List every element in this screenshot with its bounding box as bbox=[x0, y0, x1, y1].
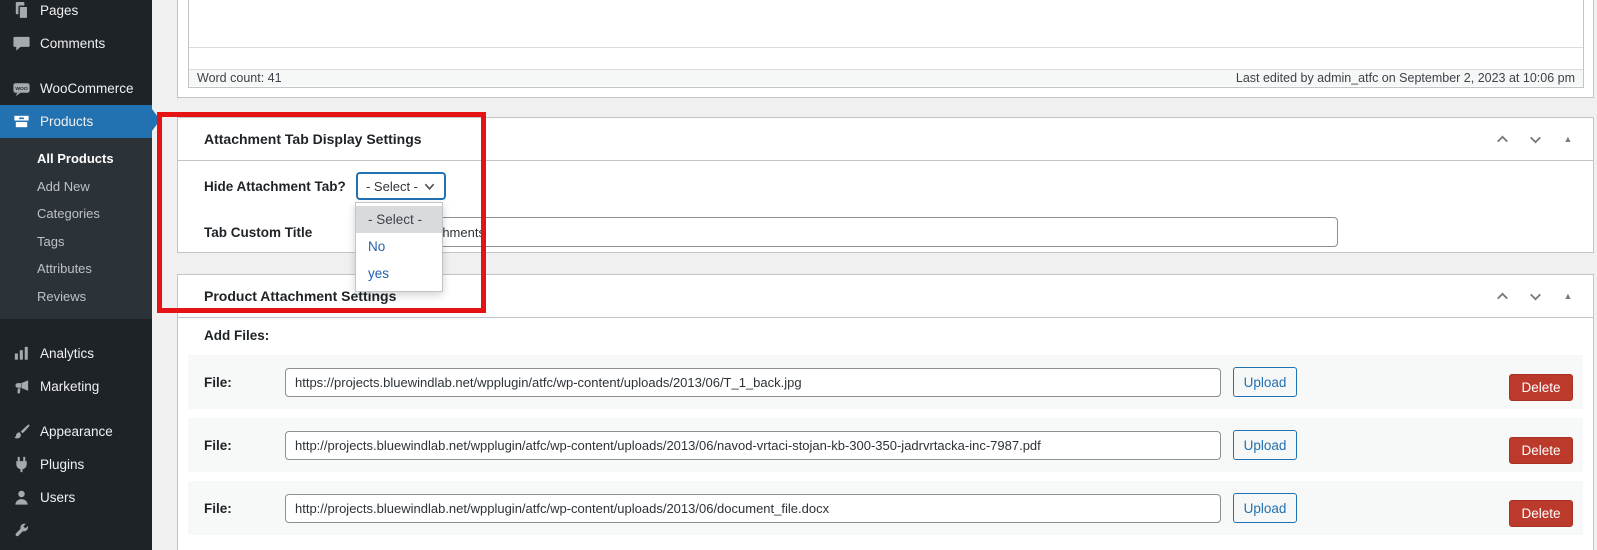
analytics-icon bbox=[11, 344, 31, 364]
move-up-button[interactable] bbox=[1491, 285, 1513, 307]
sidebar-item-analytics[interactable]: Analytics bbox=[0, 337, 152, 370]
products-icon bbox=[11, 112, 31, 132]
sidebar-item-all-products[interactable]: All Products bbox=[0, 145, 152, 173]
file-url-input[interactable] bbox=[285, 431, 1221, 460]
file-row: File: Upload Delete bbox=[188, 355, 1583, 409]
tools-icon bbox=[11, 521, 31, 541]
editor-text-area[interactable] bbox=[189, 0, 1583, 48]
woocommerce-icon: WOO bbox=[11, 79, 31, 99]
sidebar-item-categories[interactable]: Categories bbox=[0, 200, 152, 228]
hide-tab-dropdown: - Select - No yes bbox=[355, 202, 443, 292]
sidebar-item-label: Appearance bbox=[40, 424, 113, 439]
sidebar-item-appearance[interactable]: Appearance bbox=[0, 415, 152, 448]
sidebar-separator bbox=[0, 60, 152, 72]
toggle-panel-button[interactable]: ▲ bbox=[1557, 128, 1579, 150]
word-count: Word count: 41 bbox=[197, 71, 282, 85]
delete-button[interactable]: Delete bbox=[1509, 500, 1573, 527]
file-label: File: bbox=[204, 501, 285, 516]
panel-actions: ▲ bbox=[1491, 285, 1579, 307]
panel-header: Attachment Tab Display Settings ▲ bbox=[178, 118, 1593, 161]
comments-icon bbox=[11, 34, 31, 54]
file-url-input[interactable] bbox=[285, 368, 1221, 397]
tab-custom-title-input[interactable] bbox=[356, 217, 1338, 247]
editor-status-bar: Word count: 41 Last edited by admin_atfc… bbox=[189, 69, 1583, 86]
dropdown-option-no[interactable]: No bbox=[356, 233, 442, 260]
sidebar-item-products[interactable]: Products bbox=[0, 105, 152, 138]
last-edited-note: Last edited by admin_atfc on September 2… bbox=[1236, 71, 1575, 85]
chevron-down-icon bbox=[423, 180, 436, 193]
wordpress-admin: Pages Comments WOO WooCommerce Products … bbox=[0, 0, 1597, 550]
upload-button[interactable]: Upload bbox=[1233, 493, 1297, 523]
file-row: File: Upload Delete bbox=[188, 481, 1583, 535]
sidebar-item-label: Marketing bbox=[40, 379, 99, 394]
upload-button[interactable]: Upload bbox=[1233, 430, 1297, 460]
hide-attachment-label: Hide Attachment Tab? bbox=[204, 179, 356, 194]
chevron-up-icon bbox=[1494, 288, 1511, 305]
sidebar-item-label: Plugins bbox=[40, 457, 84, 472]
hide-attachment-tab-select[interactable]: - Select - bbox=[356, 172, 446, 200]
chevron-down-icon bbox=[1527, 131, 1544, 148]
delete-button[interactable]: Delete bbox=[1509, 437, 1573, 464]
plugins-icon bbox=[11, 455, 31, 475]
sidebar-item-tags[interactable]: Tags bbox=[0, 228, 152, 256]
file-url-input[interactable] bbox=[285, 494, 1221, 523]
sidebar-item-label: Pages bbox=[40, 3, 78, 18]
move-down-button[interactable] bbox=[1524, 128, 1546, 150]
toggle-panel-button[interactable]: ▲ bbox=[1557, 285, 1579, 307]
panel-actions: ▲ bbox=[1491, 128, 1579, 150]
sidebar-item-pages[interactable]: Pages bbox=[0, 0, 152, 27]
sidebar-item-label: Products bbox=[40, 114, 93, 129]
dropdown-option-select[interactable]: - Select - bbox=[356, 206, 442, 233]
sidebar-item-woocommerce[interactable]: WOO WooCommerce bbox=[0, 72, 152, 105]
sidebar-item-comments[interactable]: Comments bbox=[0, 27, 152, 60]
upload-button[interactable]: Upload bbox=[1233, 367, 1297, 397]
sidebar-item-plugins[interactable]: Plugins bbox=[0, 448, 152, 481]
triangle-up-icon: ▲ bbox=[1564, 292, 1573, 301]
product-attachment-settings-panel: Product Attachment Settings ▲ Add Files:… bbox=[177, 274, 1594, 550]
chevron-down-icon bbox=[1527, 288, 1544, 305]
sidebar-item-reviews[interactable]: Reviews bbox=[0, 283, 152, 311]
file-label: File: bbox=[204, 375, 285, 390]
move-down-button[interactable] bbox=[1524, 285, 1546, 307]
sidebar-item-tools[interactable] bbox=[0, 514, 152, 547]
active-menu-arrow bbox=[152, 109, 160, 131]
triangle-up-icon: ▲ bbox=[1564, 135, 1573, 144]
sidebar-item-marketing[interactable]: Marketing bbox=[0, 370, 152, 403]
marketing-icon bbox=[11, 377, 31, 397]
svg-text:WOO: WOO bbox=[15, 86, 27, 92]
sidebar-item-label: WooCommerce bbox=[40, 81, 134, 96]
chevron-up-icon bbox=[1494, 131, 1511, 148]
sidebar-item-users[interactable]: Users bbox=[0, 481, 152, 514]
editor-container: Word count: 41 Last edited by admin_atfc… bbox=[188, 0, 1584, 88]
users-icon bbox=[11, 488, 31, 508]
sidebar-item-label: Users bbox=[40, 490, 75, 505]
tab-custom-title-label: Tab Custom Title bbox=[204, 225, 356, 240]
admin-content: Word count: 41 Last edited by admin_atfc… bbox=[152, 0, 1597, 550]
sidebar-item-label: Comments bbox=[40, 36, 105, 51]
file-label: File: bbox=[204, 438, 285, 453]
delete-button[interactable]: Delete bbox=[1509, 374, 1573, 401]
sidebar-separator bbox=[0, 403, 152, 415]
pages-icon bbox=[11, 1, 31, 21]
products-submenu: All Products Add New Categories Tags Att… bbox=[0, 138, 152, 319]
move-up-button[interactable] bbox=[1491, 128, 1513, 150]
sidebar-item-label: Analytics bbox=[40, 346, 94, 361]
appearance-icon bbox=[11, 422, 31, 442]
admin-sidebar: Pages Comments WOO WooCommerce Products … bbox=[0, 0, 152, 550]
file-row: File: Upload Delete bbox=[188, 418, 1583, 472]
sidebar-gap bbox=[0, 319, 152, 337]
hide-attachment-row: Hide Attachment Tab? - Select - bbox=[204, 172, 1593, 200]
sidebar-item-add-new[interactable]: Add New bbox=[0, 173, 152, 201]
sidebar-item-attributes[interactable]: Attributes bbox=[0, 255, 152, 283]
dropdown-option-yes[interactable]: yes bbox=[356, 260, 442, 287]
editor-resize-strip bbox=[189, 48, 1583, 69]
editor-panel: Word count: 41 Last edited by admin_atfc… bbox=[177, 0, 1594, 98]
add-files-label: Add Files: bbox=[204, 328, 1593, 343]
panel-title: Attachment Tab Display Settings bbox=[204, 131, 422, 147]
select-value: - Select - bbox=[366, 179, 418, 194]
